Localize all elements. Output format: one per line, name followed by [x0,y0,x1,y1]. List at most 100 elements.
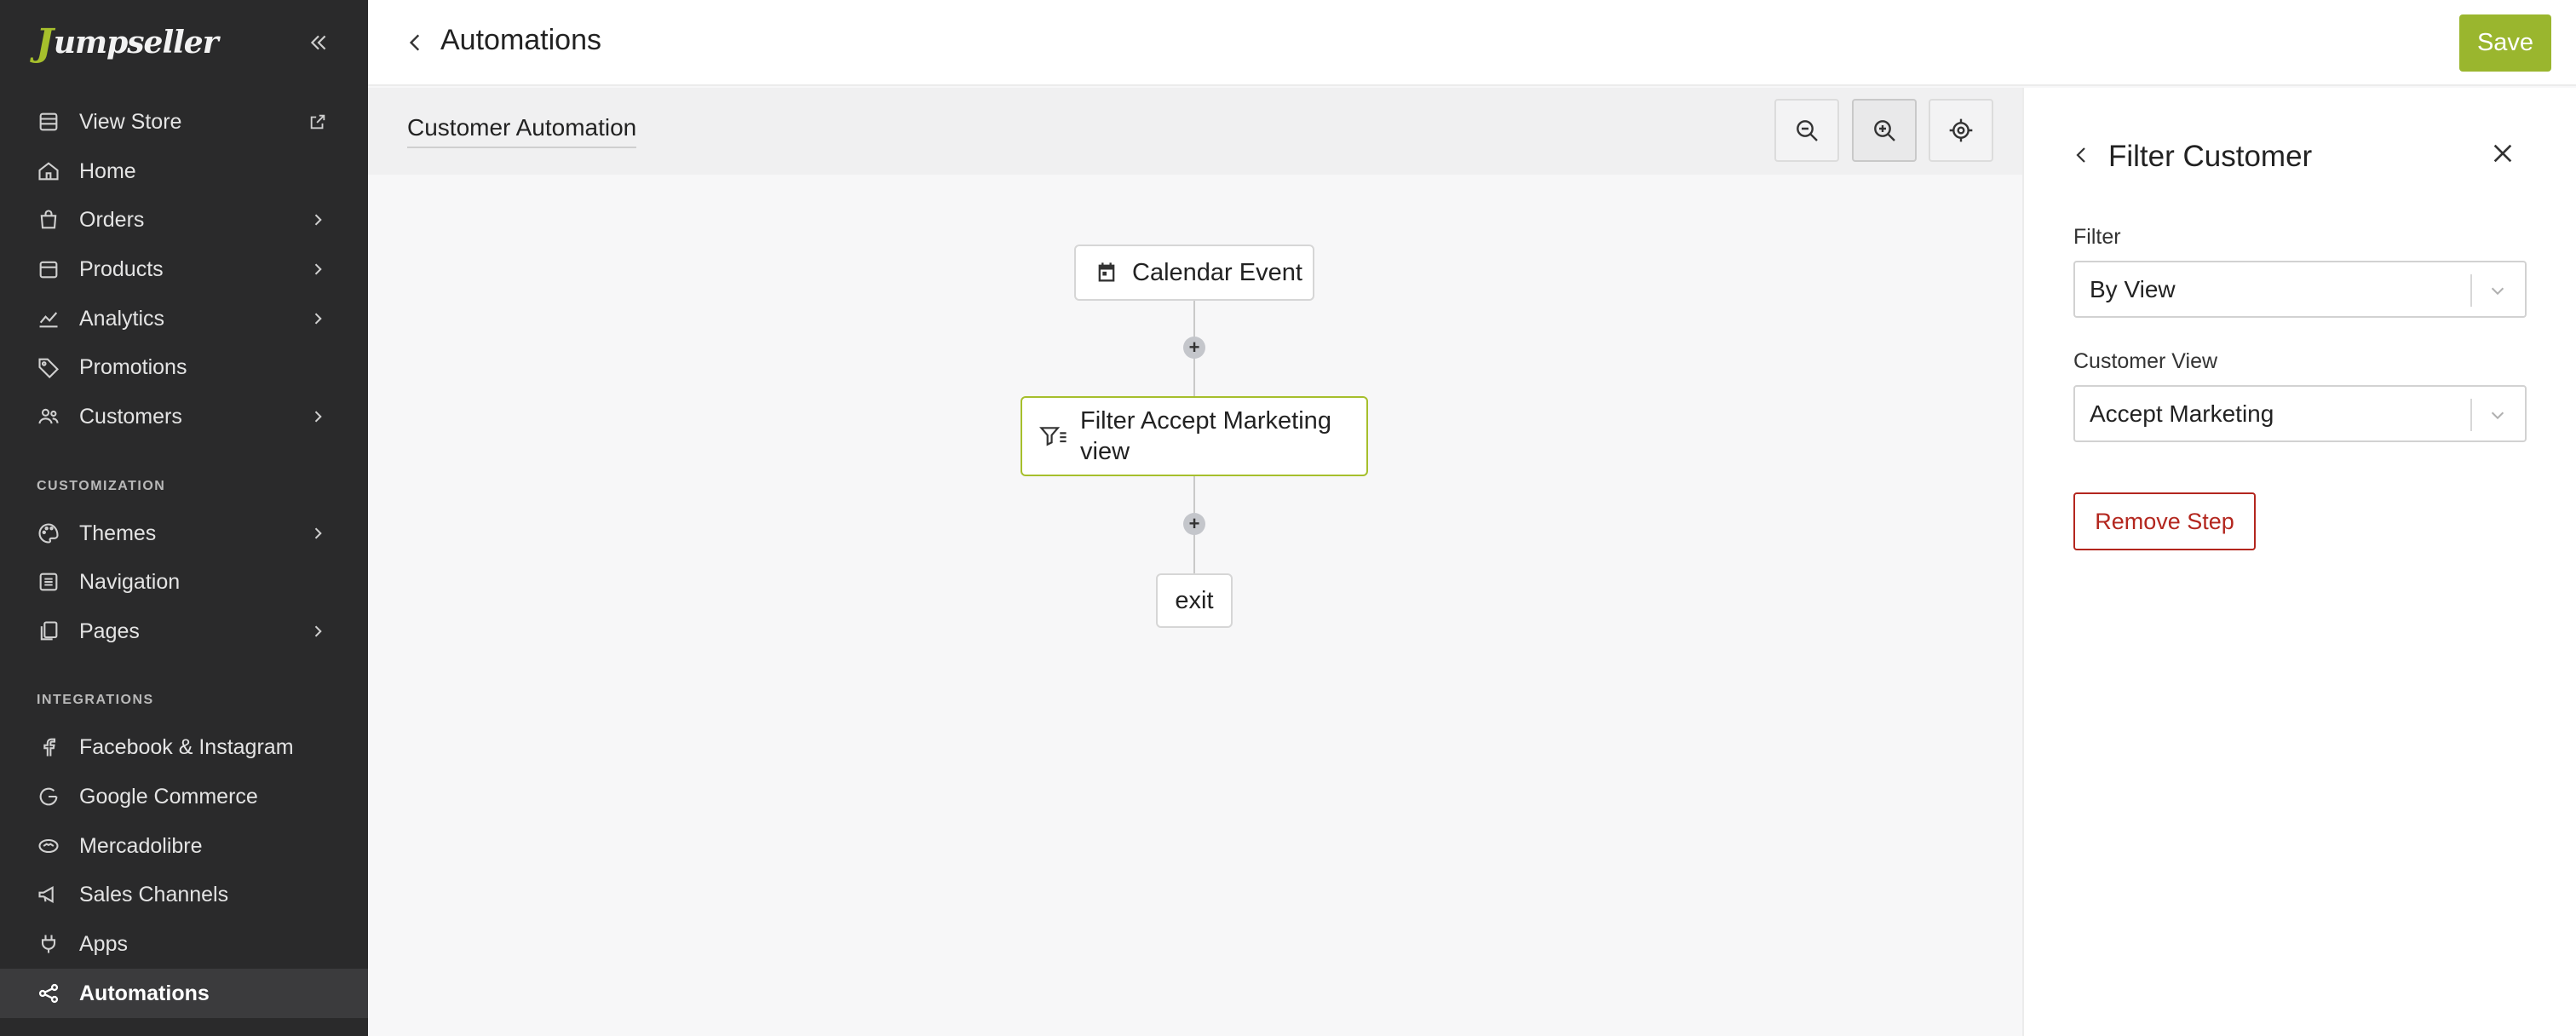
zoom-out-button[interactable] [1774,99,1839,162]
filter-list-icon [1039,427,1067,446]
zoom-in-button[interactable] [1852,99,1917,162]
remove-step-button[interactable]: Remove Step [2073,492,2256,550]
chevron-right-icon [307,620,329,642]
pages-icon [34,617,63,646]
close-panel-button[interactable] [2486,136,2520,170]
store-icon [34,107,63,136]
automation-name-field[interactable]: Customer Automation [407,114,637,148]
customer-view-select-value: Accept Marketing [2090,400,2274,427]
sidebar-item-label: Automations [79,981,210,1005]
facebook-icon [34,733,63,762]
select-separator [2470,399,2472,431]
add-step-button[interactable]: + [1183,337,1205,359]
page-title: Automations [440,24,601,56]
panel-title: Filter Customer [2108,140,2313,173]
chart-icon [34,304,63,333]
back-button[interactable] [400,24,431,61]
logo-text: umpseller [53,25,219,60]
sidebar-item-promotions[interactable]: Promotions [0,342,368,392]
users-icon [34,402,63,431]
sidebar-item-label: Themes [79,521,157,545]
chevron-right-icon [307,209,329,231]
sidebar-item-label: Products [79,256,164,281]
sidebar-item-label: Mercadolibre [79,833,203,858]
sidebar-item-label: Analytics [79,306,165,331]
chevron-left-icon [409,34,420,51]
sidebar-item-label: Promotions [79,354,187,379]
filter-node[interactable]: Filter Accept Marketing view [1021,396,1368,476]
sidebar-item-label: Google Commerce [79,784,258,809]
sidebar-item-label: Sales Channels [79,882,229,906]
sidebar-item-label: Customers [79,404,182,429]
box-icon [34,255,63,284]
customer-view-select[interactable]: Accept Marketing [2073,385,2527,442]
sidebar-item-facebook-instagram[interactable]: Facebook & Instagram [0,722,368,772]
filter-select[interactable]: By View [2073,261,2527,318]
sidebar-item-mercadolibre[interactable]: Mercadolibre [0,821,368,871]
palette-icon [34,519,63,548]
chevron-right-icon [307,522,329,544]
top-header [368,0,2576,86]
node-label-line-1: Filter Accept Marketing [1080,407,1331,435]
panel-back-button[interactable] [2068,138,2096,172]
sidebar-item-label: Home [79,158,136,183]
sidebar-item-pages[interactable]: Pages [0,607,368,656]
node-label: Calendar Event [1132,258,1302,286]
sidebar-item-home[interactable]: Home [0,147,368,196]
select-separator [2470,274,2472,307]
sidebar-item-view-store[interactable]: View Store [0,97,368,147]
handshake-icon [34,832,63,860]
logo-initial: J [36,20,54,65]
google-icon [34,782,63,811]
zoom-out-icon [1797,120,1818,141]
sidebar-item-label: Facebook & Instagram [79,734,294,759]
close-icon [2493,144,2512,163]
zoom-in-icon [1874,120,1895,141]
sidebar-item-analytics[interactable]: Analytics [0,294,368,343]
bag-icon [34,205,63,234]
double-chevron-left-icon [310,35,326,50]
center-view-button[interactable] [1929,99,1993,162]
chevron-down-icon[interactable] [2482,276,2513,305]
customer-view-label: Customer View [2073,349,2218,373]
node-label-line-2: view [1080,438,1130,465]
filter-label: Filter [2073,225,2121,249]
chevron-right-icon [307,258,329,280]
tag-icon [34,353,63,382]
sidebar-item-themes[interactable]: Themes [0,509,368,558]
exit-node[interactable]: exit [1156,573,1233,628]
sidebar-item-label: View Store [79,109,182,134]
integrations-section-title: INTEGRATIONS [37,693,154,707]
filter-select-value: By View [2090,276,2176,302]
sidebar-item-orders[interactable]: Orders [0,195,368,245]
sidebar: J umpseller View Store Home Orders Produ… [0,0,368,1036]
sidebar-item-google-commerce[interactable]: Google Commerce [0,772,368,821]
jumpseller-logo[interactable]: J umpseller [36,20,219,65]
collapse-sidebar-button[interactable] [303,27,334,58]
sidebar-item-label: Pages [79,619,140,643]
sidebar-item-label: Navigation [79,569,181,594]
chevron-down-icon[interactable] [2482,400,2513,429]
chevron-right-icon [307,308,329,330]
calendar-icon [1098,262,1115,282]
home-icon [34,157,63,186]
customization-section-title: CUSTOMIZATION [37,479,166,493]
plug-icon [34,930,63,958]
list-icon [34,567,63,596]
calendar-event-node[interactable]: Calendar Event [1074,245,1314,301]
sidebar-item-navigation[interactable]: Navigation [0,557,368,607]
sidebar-item-automations[interactable]: Automations [0,969,368,1018]
sidebar-item-products[interactable]: Products [0,245,368,294]
add-step-button[interactable]: + [1183,513,1205,535]
sidebar-item-customers[interactable]: Customers [0,392,368,441]
sidebar-item-apps[interactable]: Apps [0,919,368,969]
save-button[interactable]: Save [2459,14,2551,72]
external-link-icon [307,111,329,133]
sidebar-item-sales-channels[interactable]: Sales Channels [0,870,368,919]
node-label: Filter Accept Marketing view [1080,406,1331,467]
share-icon [34,979,63,1008]
node-label: exit [1175,586,1214,614]
chevron-right-icon [307,406,329,428]
crosshair-icon [1949,118,1973,142]
sidebar-item-label: Orders [79,207,145,232]
